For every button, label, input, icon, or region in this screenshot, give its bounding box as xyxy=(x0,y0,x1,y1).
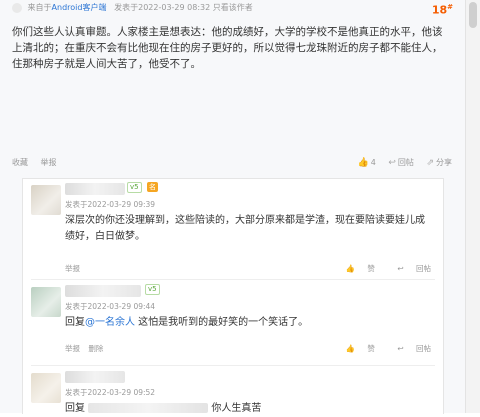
reply-button[interactable]: ↩ 回帖 xyxy=(387,344,431,353)
level-badge: v5 xyxy=(145,284,160,295)
reply-icon: ↩ xyxy=(388,158,396,168)
mention-link[interactable]: @一名余人 xyxy=(85,317,135,328)
comment-item: v5 发表于2022-03-29 09:44 回复@一名余人 这怕是我听到的最好… xyxy=(23,281,443,365)
post-actions: 收藏 举报 👍 4 ↩ 回帖 ⇗ 分享 xyxy=(12,157,452,171)
only-author-link[interactable]: 只看该作者 xyxy=(213,3,253,12)
share-button[interactable]: ⇗ 分享 xyxy=(426,158,452,168)
divider xyxy=(31,279,435,280)
comment-time: 发表于2022-03-29 09:52 xyxy=(65,388,156,397)
thumbs-up-icon: 👍 xyxy=(345,264,356,273)
comment-time: 发表于2022-03-29 09:44 xyxy=(65,302,156,311)
avatar[interactable] xyxy=(31,373,61,403)
delete-button[interactable]: 删除 xyxy=(88,344,103,353)
reply-icon: ↩ xyxy=(397,344,404,353)
floor-number: 18# xyxy=(431,3,453,17)
share-icon: ⇗ xyxy=(426,158,434,168)
comment-time: 发表于2022-03-29 09:39 xyxy=(65,200,156,209)
like-button[interactable]: 👍 4 xyxy=(357,158,376,168)
level-badge: v5 xyxy=(127,182,142,193)
post-meta: 来自于Android客户端 发表于2022-03-29 08:32 只看该作者 xyxy=(12,2,455,18)
reply-button[interactable]: ↩ 回帖 xyxy=(388,158,414,168)
scrollbar-thumb[interactable] xyxy=(469,2,477,28)
medal-badge: 名 xyxy=(147,182,158,192)
like-button[interactable]: 👍 赞 xyxy=(336,264,375,273)
scrollbar[interactable] xyxy=(465,0,480,413)
comment-actions: 举报 👍 赞 ↩ 回帖 xyxy=(65,263,431,275)
avatar[interactable] xyxy=(31,287,61,317)
divider xyxy=(31,365,435,366)
comment-text: 回复@一名余人 这怕是我听到的最好笑的一个笑话了。 xyxy=(65,317,309,328)
source-prefix: 来自于 xyxy=(27,3,52,12)
report-button[interactable]: 举报 xyxy=(65,264,80,273)
post-content: 你们这些人认真审题。人家楼主是想表达：他的成绩好，大学的学校不是他真正的水平，他… xyxy=(12,26,443,70)
reply-button[interactable]: ↩ 回帖 xyxy=(387,264,431,273)
comment-list: v5 名 发表于2022-03-29 09:39 深层次的你还没理解到，这些陪读… xyxy=(22,178,444,414)
report-button[interactable]: 举报 xyxy=(65,344,80,353)
comment-actions: 举报 删除 👍 赞 ↩ 回帖 xyxy=(65,343,431,355)
comment-item: 发表于2022-03-29 09:52 回复 你人生真苦 xyxy=(23,367,443,414)
comment-text: 回复 你人生真苦 xyxy=(65,403,262,414)
thumbs-up-icon: 👍 xyxy=(345,344,356,353)
favorite-button[interactable]: 收藏 xyxy=(12,158,28,167)
device-icon xyxy=(12,2,22,13)
comment-text: 深层次的你还没理解到，这些陪读的，大部分原来都是学渣，现在要陪读要娃儿成绩好，白… xyxy=(65,215,425,242)
report-button[interactable]: 举报 xyxy=(41,158,57,167)
mention-blurred xyxy=(88,403,209,413)
comment-item: v5 名 发表于2022-03-29 09:39 深层次的你还没理解到，这些陪读… xyxy=(23,179,443,279)
like-count: 4 xyxy=(370,158,376,167)
username-blurred[interactable] xyxy=(65,371,125,383)
avatar[interactable] xyxy=(31,185,61,215)
username-blurred[interactable] xyxy=(65,183,125,195)
username-blurred[interactable] xyxy=(65,285,141,297)
reply-icon: ↩ xyxy=(397,264,404,273)
like-button[interactable]: 👍 赞 xyxy=(336,344,375,353)
publish-time: 发表于2022-03-29 08:32 xyxy=(114,3,211,12)
source-link[interactable]: Android客户端 xyxy=(52,3,107,12)
thumbs-up-icon: 👍 xyxy=(357,158,369,168)
post-panel: 来自于Android客户端 发表于2022-03-29 08:32 只看该作者 … xyxy=(0,0,466,414)
